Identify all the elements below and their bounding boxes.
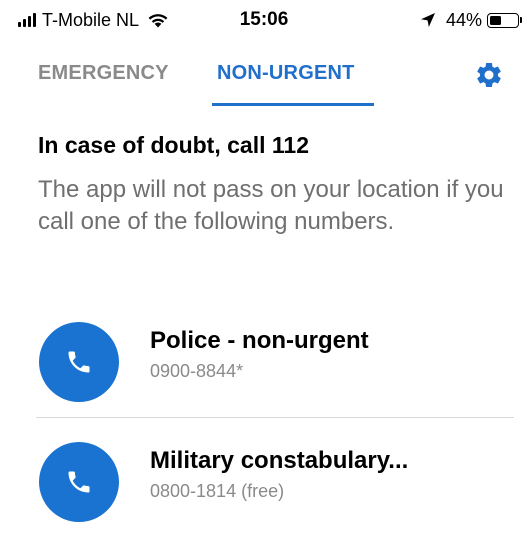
battery-level <box>490 15 501 25</box>
tab-emergency[interactable]: EMERGENCY <box>38 62 169 85</box>
tab-non-urgent[interactable]: NON-URGENT <box>217 62 355 85</box>
battery-cap <box>520 17 522 23</box>
call-button[interactable] <box>39 322 119 402</box>
status-bar: T-Mobile NL 15:06 44% <box>0 0 528 40</box>
tab-bar: EMERGENCY NON-URGENT <box>0 52 528 108</box>
contact-number: 0900-8844* <box>150 361 244 381</box>
contact-military-constabulary[interactable]: Military constabulary... 0800-1814 (free… <box>0 432 528 532</box>
status-right: 44% <box>420 10 522 30</box>
divider <box>36 417 514 418</box>
phone-icon <box>68 471 90 493</box>
battery-percent: 44% <box>445 10 482 30</box>
call-button[interactable] <box>39 442 119 522</box>
phone-icon <box>68 351 90 373</box>
active-tab-indicator <box>212 103 374 106</box>
settings-button[interactable] <box>474 60 504 90</box>
contact-name: Police - non-urgent <box>150 327 369 354</box>
contact-name: Military constabulary... <box>150 447 409 474</box>
notice-body: The app will not pass on your location i… <box>38 176 504 235</box>
contact-number: 0800-1814 (free) <box>150 481 285 501</box>
gear-icon <box>477 62 501 87</box>
notice-title: In case of doubt, call 112 <box>38 132 309 158</box>
contact-police-non-urgent[interactable]: Police - non-urgent 0900-8844* <box>0 312 528 412</box>
battery-icon <box>487 12 519 28</box>
location-arrow-icon <box>420 13 435 27</box>
